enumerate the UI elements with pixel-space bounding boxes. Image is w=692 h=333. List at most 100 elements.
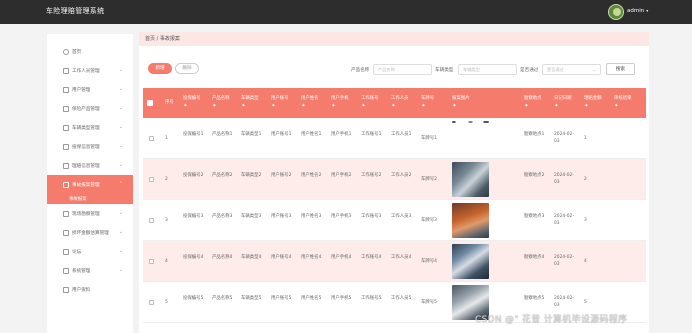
sidebar-item-users[interactable]: 用户管理 ⌄ — [47, 80, 133, 99]
sidebar-item-label: 用户管理 — [72, 87, 91, 93]
column-header[interactable]: 理赔金额 ◆ — [584, 96, 608, 109]
cell-account: 用户账号5 — [271, 296, 292, 301]
sort-icon: ◆ — [392, 103, 395, 107]
list-icon — [63, 181, 69, 188]
chevron-down-icon: ⌄ — [118, 162, 123, 168]
cell-cartype: 车辆类型4 — [241, 255, 262, 260]
table-row[interactable]: 2 投保编号2 产品名称2 车辆类型2 用户账号2 用户姓名2 用户手机2 工作账号2 工作人员… — [143, 159, 646, 200]
cell-work-account: 工作账号5 — [361, 296, 382, 301]
sort-icon: ◆ — [272, 103, 275, 107]
sort-icon: ◆ — [213, 103, 216, 107]
cell-no: 2 — [165, 177, 168, 182]
sidebar-item-claims[interactable]: 理赔信息管理 ⌄ — [47, 156, 133, 175]
sidebar-item-label: 首页 — [72, 49, 82, 55]
breadcrumb: 首页 / 事故报案 — [139, 32, 649, 46]
select-all-checkbox[interactable] — [147, 100, 153, 106]
review-status-select[interactable]: 是否通过 ⌄ — [542, 64, 601, 75]
cell-date: 2024-02-03 — [554, 255, 574, 267]
sidebar-item-profile[interactable]: 用户资料 — [47, 280, 133, 299]
sidebar-item-insurance-products[interactable]: 保险产品管理 ⌄ — [47, 99, 133, 118]
product-search-input[interactable]: 产品名称 — [373, 64, 432, 75]
cell-date: 2024-02-03 — [554, 296, 574, 308]
cell-phone: 用户手机1 — [331, 132, 352, 137]
cell-account: 用户账号4 — [271, 255, 292, 260]
list-icon — [63, 267, 69, 274]
sidebar-item-accident-reports[interactable]: 事故报案管理 ⌃ — [47, 175, 133, 194]
cell-plate: 车牌号5 — [421, 300, 437, 305]
caret-down-icon: ▾ — [646, 8, 649, 13]
column-header[interactable]: 用户手机 ◆ — [331, 96, 355, 109]
cell-plate: 车牌号4 — [421, 259, 437, 264]
sidebar-item-label: 用户资料 — [72, 287, 91, 293]
column-header[interactable]: 勘察地点 ◆ — [524, 96, 548, 109]
column-header[interactable]: 报案图片 ◆ — [452, 96, 492, 109]
row-checkbox[interactable] — [149, 300, 154, 305]
cell-plate: 车牌号2 — [421, 177, 437, 182]
chevron-down-icon: ⌄ — [118, 86, 123, 92]
sidebar-item-staff[interactable]: 工作人员管理 ⌄ — [47, 61, 133, 80]
accident-photo[interactable] — [452, 203, 489, 238]
sidebar-item-forum[interactable]: 论坛 ⌄ — [47, 242, 133, 261]
row-checkbox[interactable] — [149, 218, 154, 223]
cell-policy: 投保编号2 — [183, 173, 204, 178]
row-checkbox[interactable] — [149, 136, 154, 141]
column-header[interactable]: 审核结果 ◆ — [614, 96, 638, 109]
row-checkbox[interactable] — [149, 177, 154, 182]
avatar[interactable] — [608, 4, 624, 20]
table-row[interactable]: 1 投保编号1 产品名称1 车辆类型1 用户账号1 用户姓名1 用户手机1 工作账号1 工作人员… — [143, 118, 646, 159]
column-header[interactable]: 用户姓名 ◆ — [301, 96, 325, 109]
sidebar-item-label: 理赔信息管理 — [72, 163, 100, 169]
delete-button[interactable]: 删除 — [175, 63, 199, 74]
cell-no: 5 — [165, 300, 168, 305]
watermark: CSDN @" 花昔 计算机毕设源码程序 — [475, 315, 628, 325]
sidebar-item-label: 投保信息管理 — [72, 144, 100, 150]
table-row[interactable]: 4 投保编号4 产品名称4 车辆类型4 用户账号4 用户姓名4 用户手机4 工作账号4 工作人员… — [143, 241, 646, 282]
row-checkbox[interactable] — [149, 259, 154, 264]
sort-icon: ◆ — [525, 103, 528, 107]
column-header[interactable]: 序号 — [165, 100, 174, 106]
column-header[interactable]: 车辆类型 ◆ — [241, 96, 265, 109]
sidebar-subitem-accident-report[interactable]: 事故报案 — [47, 194, 133, 204]
cell-policy: 投保编号1 — [183, 132, 204, 137]
cell-amount: 1 — [584, 136, 587, 141]
column-header[interactable]: 车牌号 ◆ — [421, 96, 445, 109]
chevron-down-icon: ⌄ — [118, 143, 123, 149]
sort-icon: ◆ — [184, 103, 187, 107]
cell-account: 用户账号2 — [271, 173, 292, 178]
top-bar: 车险理赔管理系统 admin ▾ — [0, 0, 692, 24]
sort-icon: ◆ — [242, 103, 245, 107]
search-button[interactable]: 搜索 — [606, 63, 635, 75]
sidebar-item-damage-estimate[interactable]: 损坏金额估算管理 ⌄ — [47, 223, 133, 242]
column-header[interactable]: 投保编号 ◆ — [183, 96, 207, 109]
column-header[interactable]: 日记日期 ◆ — [554, 96, 578, 109]
sidebar-item-policies[interactable]: 投保信息管理 ⌄ — [47, 137, 133, 156]
cell-amount: 4 — [584, 259, 587, 264]
cell-cartype: 车辆类型1 — [241, 132, 262, 137]
accident-photo[interactable] — [452, 162, 489, 197]
cell-policy: 投保编号5 — [183, 296, 204, 301]
table-row[interactable]: 3 投保编号3 产品名称3 车辆类型3 用户账号3 用户姓名3 用户手机3 工作账号3 工作人员… — [143, 200, 646, 241]
list-icon — [63, 86, 69, 93]
car-type-search-input[interactable]: 车辆类型 — [458, 64, 517, 75]
sort-icon: ◆ — [302, 103, 305, 107]
cell-work-account: 工作账号4 — [361, 255, 382, 260]
user-menu[interactable]: admin ▾ — [627, 8, 648, 14]
sidebar-item-label: 论坛 — [72, 249, 82, 255]
accident-photo[interactable] — [452, 244, 489, 279]
cell-phone: 用户手机3 — [331, 214, 352, 219]
column-header[interactable]: 产品名称 ◆ — [212, 96, 236, 109]
cell-policy: 投保编号3 — [183, 214, 204, 219]
sidebar-item-vehicle-types[interactable]: 车辆类型管理 ⌄ — [47, 118, 133, 137]
sidebar-item-site-survey[interactable]: 现场勘察管理 ⌄ — [47, 204, 133, 223]
cell-product: 产品名称4 — [212, 255, 233, 260]
list-icon — [63, 105, 69, 112]
add-button[interactable]: 新增 — [148, 63, 172, 74]
cell-no: 3 — [165, 218, 168, 223]
column-header[interactable]: 工作人员 ◆ — [391, 96, 415, 109]
accident-photo[interactable] — [452, 121, 489, 123]
sidebar-item-system[interactable]: 系统管理 ⌄ — [47, 261, 133, 280]
sidebar-item-home[interactable]: 首页 — [47, 42, 133, 61]
column-header[interactable]: 用户账号 ◆ — [271, 96, 295, 109]
user-name: admin — [627, 8, 645, 14]
column-header[interactable]: 工作账号 ◆ — [361, 96, 385, 109]
